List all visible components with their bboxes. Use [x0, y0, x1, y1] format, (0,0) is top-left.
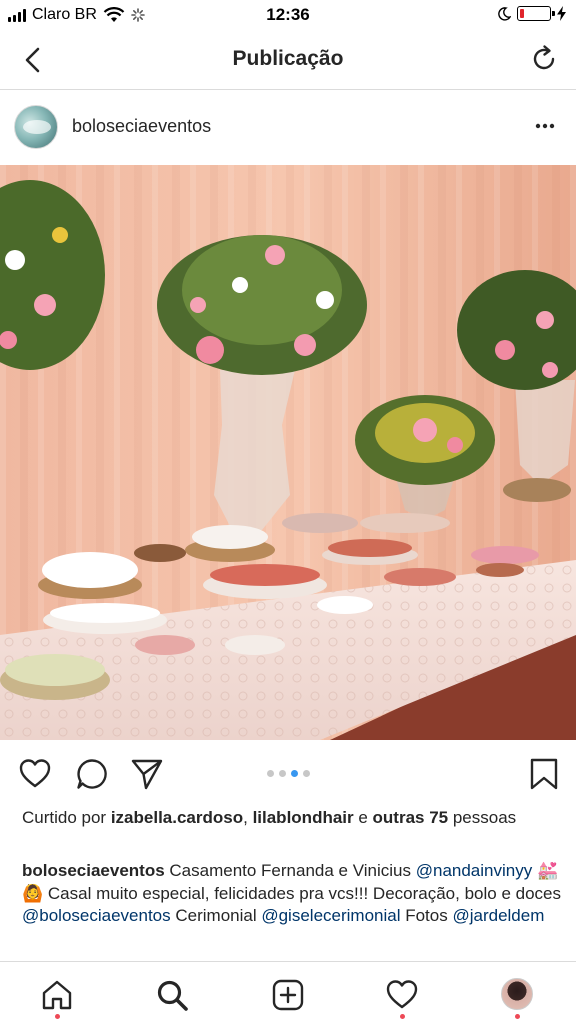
avatar[interactable] [14, 105, 58, 149]
status-time: 12:36 [266, 5, 310, 24]
mention-link[interactable]: @nandainvinyy [416, 861, 533, 880]
charging-bolt-icon [557, 6, 566, 21]
more-horizontal-icon[interactable] [534, 119, 556, 133]
carousel-dot [290, 770, 298, 777]
likes-separator: , [243, 808, 253, 827]
post-caption: boloseciaeventos Casamento Fernanda e Vi… [22, 860, 562, 928]
page-title: Publicação [232, 47, 344, 70]
caption-text: Fotos [400, 906, 453, 925]
profile-avatar[interactable] [501, 978, 533, 1010]
post-photo[interactable] [0, 165, 576, 740]
mention-link[interactable]: @giselecerimonial [261, 906, 400, 925]
caption-text: Casamento Fernanda e Vinicius [164, 861, 416, 880]
post-photo-image [0, 165, 576, 740]
likes-prefix: Curtido por [22, 808, 111, 827]
post-header: boloseciaeventos [0, 91, 576, 165]
caption-username[interactable]: boloseciaeventos [22, 861, 165, 880]
bouquet-small [355, 395, 495, 485]
likes-summary[interactable]: Curtido por izabella.cardoso, lilablondh… [22, 806, 552, 829]
search-icon[interactable] [155, 978, 189, 1012]
bouquet-center [157, 235, 367, 375]
mention-link[interactable]: @boloseciaeventos [22, 906, 171, 925]
activity-heart-icon[interactable] [385, 978, 419, 1012]
share-direct-icon[interactable] [130, 757, 164, 791]
battery-level [520, 9, 525, 18]
chevron-left-icon[interactable] [18, 44, 50, 76]
carousel-dot [266, 770, 274, 777]
profile-notification-dot [515, 1014, 520, 1019]
mention-link[interactable]: @jardeldem [452, 906, 544, 925]
home-icon[interactable] [40, 978, 74, 1012]
refresh-icon[interactable] [528, 43, 560, 75]
likes-middle: e [353, 808, 373, 827]
post-actions [0, 740, 576, 806]
battery-icon [517, 6, 555, 21]
liker-link[interactable]: lilablondhair [253, 808, 354, 827]
comment-icon[interactable] [75, 757, 109, 791]
heart-icon[interactable] [18, 757, 52, 791]
add-post-icon[interactable] [271, 978, 305, 1012]
bookmark-icon[interactable] [527, 757, 561, 791]
moon-icon [498, 6, 511, 21]
carousel-dot [302, 770, 310, 777]
status-right [497, 6, 566, 21]
likes-suffix: pessoas [448, 808, 517, 827]
likes-others-link[interactable]: outras 75 [373, 808, 449, 827]
activity-notification-dot [400, 1014, 405, 1019]
nav-bar: Publicação [0, 30, 576, 90]
caption-text: Cerimonial [170, 906, 262, 925]
status-bar: Claro BR 12:36 [0, 0, 576, 30]
liker-link[interactable]: izabella.cardoso [111, 808, 243, 827]
caption-text: Casal muito especial, felicidades pra vc… [47, 883, 561, 903]
carousel-dot [278, 770, 286, 777]
home-notification-dot [55, 1014, 60, 1019]
post-username[interactable]: boloseciaeventos [72, 116, 211, 137]
bottom-tab-bar [0, 961, 576, 1024]
